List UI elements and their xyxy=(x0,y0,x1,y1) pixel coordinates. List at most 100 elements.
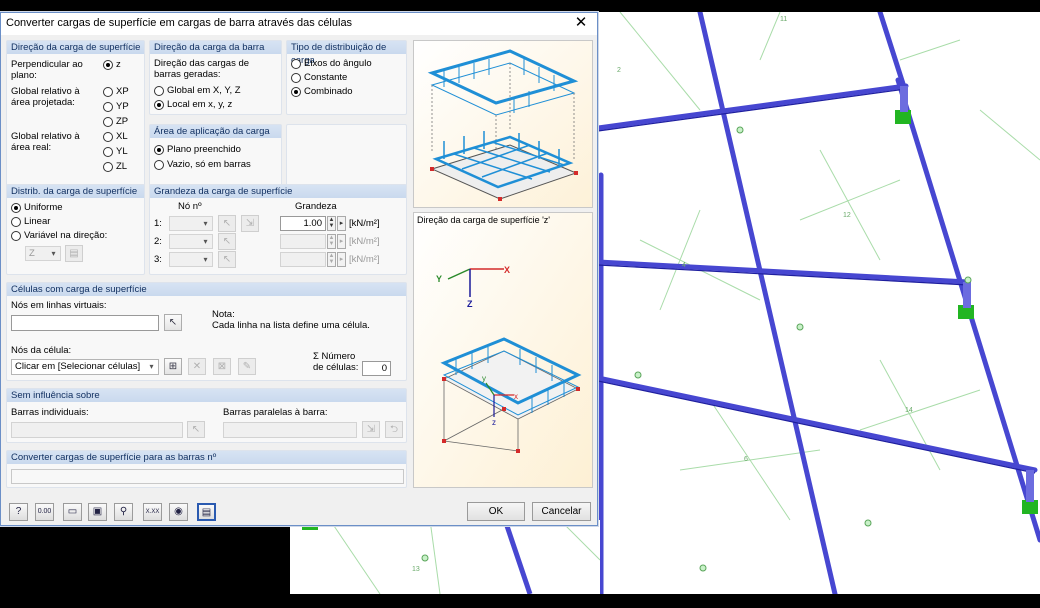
radio-label: ZL xyxy=(116,161,128,172)
parallel-members-input[interactable] xyxy=(223,422,357,438)
decimal-icon[interactable]: X.XX xyxy=(143,503,162,521)
no-influence-group: Sem influência sobre Barras individuais:… xyxy=(6,388,407,443)
radio-label: Constante xyxy=(304,72,348,83)
adjust-icon[interactable]: ✎ xyxy=(238,358,256,375)
node-select-3[interactable]: ▾ xyxy=(169,252,213,267)
radio-local-xyz[interactable]: Local em x, y, z xyxy=(154,99,232,110)
radio-xl[interactable]: XL xyxy=(103,131,128,142)
pick-icon[interactable]: ↖ xyxy=(187,421,205,438)
radio-xp[interactable]: XP xyxy=(103,86,129,97)
node-select-2[interactable]: ▾ xyxy=(169,234,213,249)
radio-indicator xyxy=(103,101,113,112)
radio-variable[interactable]: Variável na direção: xyxy=(11,230,107,241)
search-icon[interactable]: ⚲ xyxy=(114,503,133,521)
local-x-label: x xyxy=(514,392,518,401)
radio-empty-members[interactable]: Vazio, só em barras xyxy=(154,159,251,170)
group-header: Sem influência sobre xyxy=(7,389,406,402)
radio-combined[interactable]: Combinado xyxy=(291,86,353,97)
select-cells-icon[interactable]: ⊞ xyxy=(164,358,182,375)
note-text: Cada linha na lista define uma célula. xyxy=(212,320,370,331)
radio-global-xyz[interactable]: Global em X, Y, Z xyxy=(154,85,241,96)
edit-icon[interactable]: ▤ xyxy=(65,245,83,262)
cancel-button[interactable]: Cancelar xyxy=(532,502,591,521)
radio-indicator xyxy=(11,216,21,227)
close-icon[interactable]: ✕ xyxy=(573,14,589,32)
radio-linear[interactable]: Linear xyxy=(11,216,50,227)
pick-node-icon[interactable]: ↖ xyxy=(218,251,236,268)
convert-loads-dialog: Converter cargas de superfície em cargas… xyxy=(0,12,598,526)
arrow-right-icon[interactable]: ▸ xyxy=(337,234,346,249)
distribution-type-group: Tipo de distribuição de carga Eixos do â… xyxy=(286,40,407,115)
radio-label: Eixos do ângulo xyxy=(304,58,372,69)
virtual-nodes-label: Nós em linhas virtuais: xyxy=(11,300,107,311)
radio-label: Variável na direção: xyxy=(24,230,108,241)
arrow-right-icon[interactable]: ▸ xyxy=(337,216,346,231)
view-icon[interactable]: ◉ xyxy=(169,503,188,521)
row-label: 1: xyxy=(154,218,162,229)
radio-yp[interactable]: YP xyxy=(103,101,129,112)
magnitude-column-label: Grandeza xyxy=(295,201,337,212)
pick-node-icon[interactable]: ↖ xyxy=(218,233,236,250)
group-header: Converter cargas de superfície para as b… xyxy=(7,451,406,464)
spinner-icon[interactable]: ▲ ▼ xyxy=(327,216,336,231)
group-header: Distrib. da carga de superfície xyxy=(7,185,144,198)
radio-label: z xyxy=(116,59,121,70)
model-label: 2 xyxy=(617,67,621,74)
pick-multi-icon[interactable]: ⇲ xyxy=(241,215,259,232)
bottom-bar xyxy=(0,594,1040,608)
radio-z[interactable]: z xyxy=(103,59,121,70)
convert-members-input[interactable] xyxy=(11,469,404,484)
radio-indicator xyxy=(11,202,21,213)
reset-icon[interactable]: ⮌ xyxy=(385,421,403,438)
pick-icon[interactable]: ↖ xyxy=(164,314,182,331)
help-icon[interactable]: ? xyxy=(9,503,28,521)
model-viewport[interactable]: 11 2 12 4 14 6 xyxy=(598,12,1040,594)
virtual-nodes-input[interactable] xyxy=(11,315,159,331)
cell-nodes-select[interactable]: Clicar em [Selecionar células] ▾ xyxy=(11,359,159,375)
radio-zl[interactable]: ZL xyxy=(103,161,127,172)
magnitude-input-3[interactable] xyxy=(280,252,326,267)
surface-load-direction-group: Direção da carga de superfície Perpendic… xyxy=(6,40,145,186)
model-graphic: 11 2 12 4 14 6 xyxy=(598,12,1040,594)
save-icon[interactable]: ▣ xyxy=(88,503,107,521)
arrow-right-icon[interactable]: ▸ xyxy=(337,252,346,267)
model-graphic-lower: 13 xyxy=(302,520,600,594)
radio-label: YL xyxy=(116,146,128,157)
model-label: 14 xyxy=(905,407,913,414)
open-icon[interactable]: ▭ xyxy=(63,503,82,521)
count-label-1: Σ Número xyxy=(313,351,356,362)
count-label-2: de células: xyxy=(313,362,359,373)
member-load-direction-group: Direção da carga da barra Direção das ca… xyxy=(149,40,282,115)
magnitude-input-2[interactable] xyxy=(280,234,326,249)
group-header: Células com carga de superfície xyxy=(7,283,406,296)
radio-indicator xyxy=(154,99,164,110)
radio-label: Local em x, y, z xyxy=(167,99,233,110)
ok-button[interactable]: OK xyxy=(467,502,525,521)
node-column-label: Nó nº xyxy=(178,201,202,212)
radio-zp[interactable]: ZP xyxy=(103,116,128,127)
units-icon[interactable]: 0.00 xyxy=(35,503,54,521)
node-select-1[interactable]: ▾ xyxy=(169,216,213,231)
magnitude-input-1[interactable]: 1.00 xyxy=(280,216,326,231)
radio-uniform[interactable]: Uniforme xyxy=(11,202,63,213)
radio-angle-axes[interactable]: Eixos do ângulo xyxy=(291,58,372,69)
delete-icon[interactable]: ✕ xyxy=(188,358,206,375)
pick-parallel-icon[interactable]: ⇲ xyxy=(362,421,380,438)
display-icon[interactable]: ▤ xyxy=(197,503,216,521)
radio-indicator xyxy=(291,58,301,69)
radio-indicator xyxy=(103,131,113,142)
radio-yl[interactable]: YL xyxy=(103,146,128,157)
radio-filled-plane[interactable]: Plano preenchido xyxy=(154,144,241,155)
single-members-input[interactable] xyxy=(11,422,183,438)
radio-label: Uniforme xyxy=(24,202,63,213)
axis-y-label: Y xyxy=(436,274,442,284)
spinner-icon[interactable]: ▲ ▼ xyxy=(327,252,336,267)
model-viewport-lower[interactable]: 13 xyxy=(290,520,600,594)
convert-members-group: Converter cargas de superfície para as b… xyxy=(6,450,407,488)
direction-select[interactable]: Z ▾ xyxy=(25,246,61,261)
group-header: Direção da carga de superfície xyxy=(7,41,144,54)
pick-node-icon[interactable]: ↖ xyxy=(218,215,236,232)
edit-cells-icon[interactable]: ⊠ xyxy=(213,358,231,375)
radio-constant[interactable]: Constante xyxy=(291,72,347,83)
spinner-icon[interactable]: ▲ ▼ xyxy=(327,234,336,249)
